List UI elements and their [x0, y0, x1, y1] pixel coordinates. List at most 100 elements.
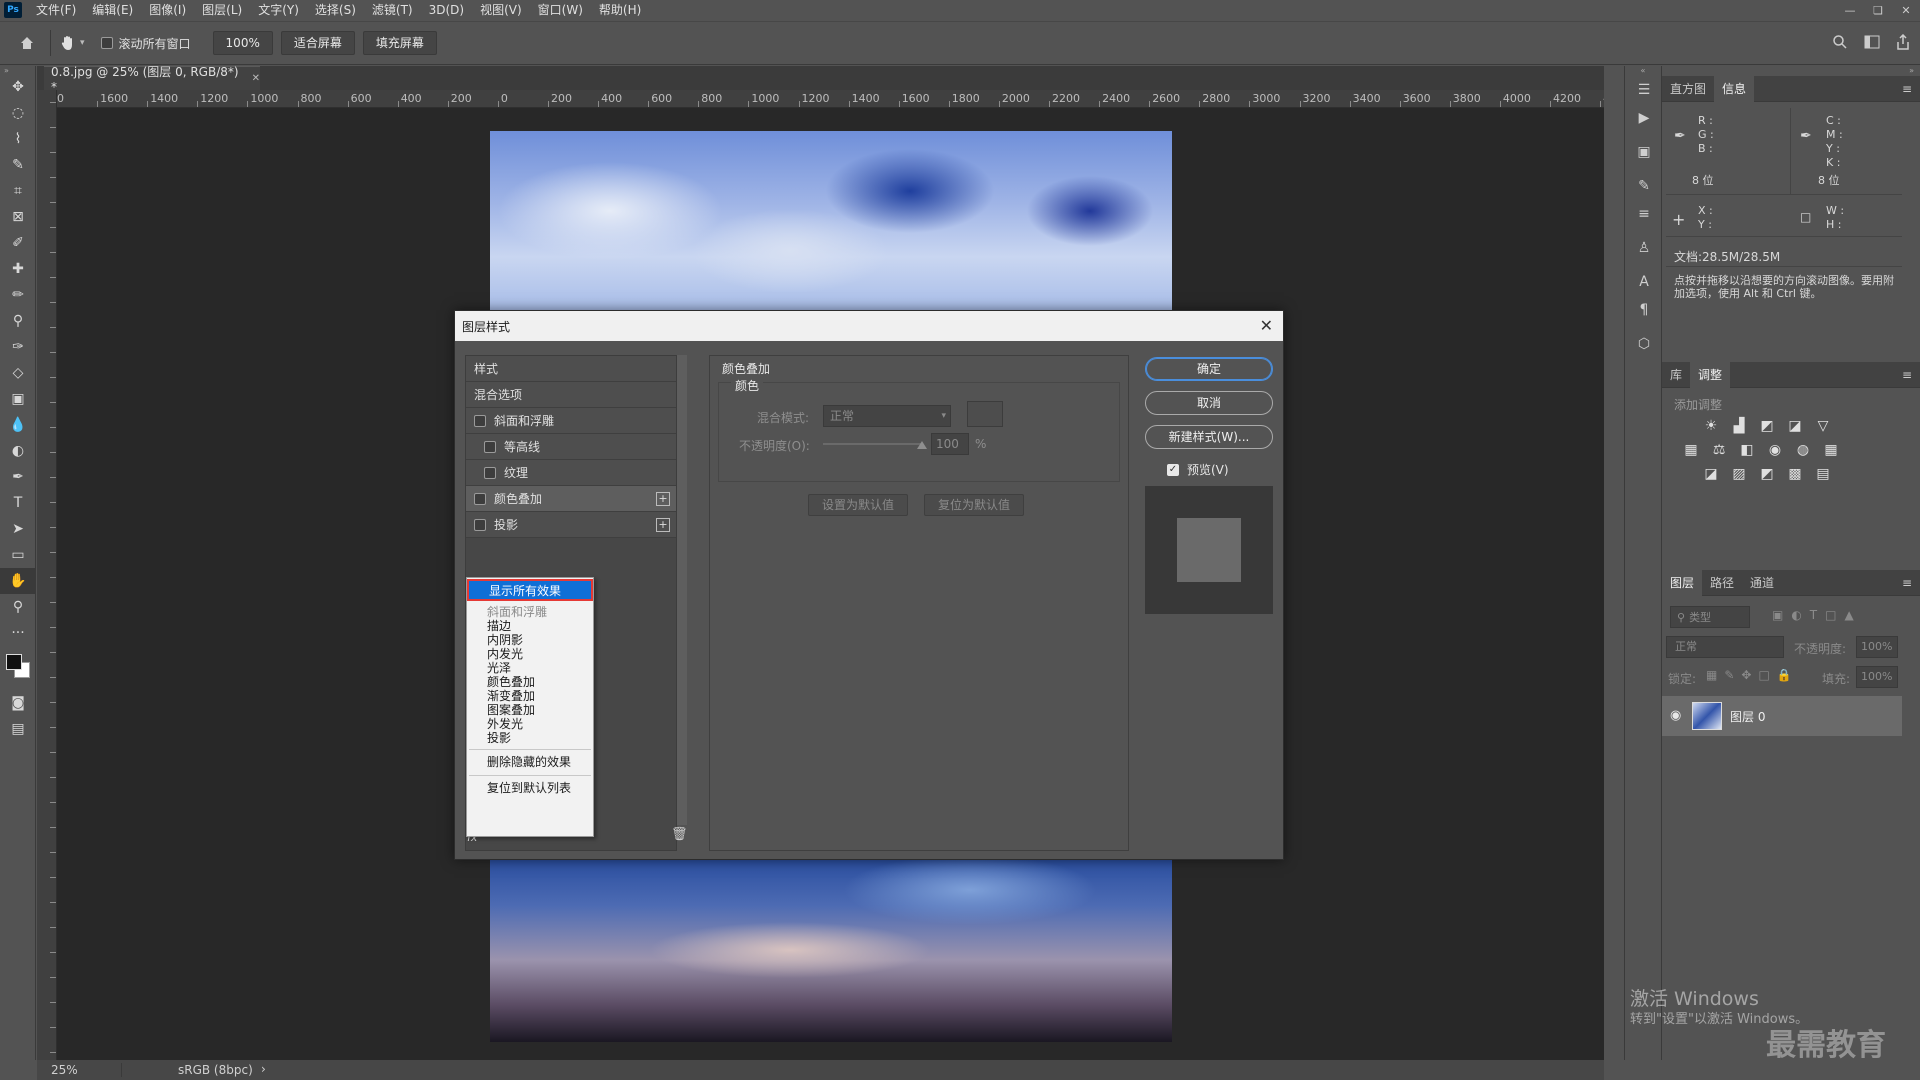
- add-effect-icon[interactable]: +: [656, 518, 670, 532]
- path-select-icon[interactable]: ➤: [0, 516, 36, 542]
- minimize-icon[interactable]: —: [1836, 0, 1864, 20]
- style-checkbox[interactable]: [474, 492, 486, 505]
- hand-icon[interactable]: ✋: [0, 568, 36, 594]
- rectangle-icon[interactable]: ▭: [0, 542, 36, 568]
- blur-icon[interactable]: 💧: [0, 412, 36, 438]
- menu-item[interactable]: 文件(F): [28, 0, 84, 20]
- channel-mixer-icon[interactable]: ◍: [1794, 442, 1812, 458]
- black-white-icon[interactable]: ◧: [1738, 442, 1756, 458]
- photoshop-logo-icon[interactable]: Ps: [4, 2, 22, 18]
- search-icon[interactable]: [1832, 34, 1848, 53]
- gradient-map-icon[interactable]: ▤: [1814, 466, 1832, 482]
- layer-blend-select[interactable]: 正常: [1666, 636, 1784, 658]
- brushes-icon[interactable]: ≡: [1625, 200, 1663, 228]
- brush-icon[interactable]: ✏: [0, 282, 36, 308]
- crop-icon[interactable]: ⌗: [0, 178, 36, 204]
- menu-item[interactable]: 图层(L): [194, 0, 250, 20]
- collapse-panels-icon[interactable]: »: [1662, 66, 1920, 76]
- levels-icon[interactable]: ▟: [1730, 418, 1748, 434]
- style-checkbox[interactable]: [474, 414, 486, 427]
- style-checkbox[interactable]: [484, 440, 496, 453]
- reset-default-list-item[interactable]: 复位到默认列表: [467, 780, 593, 797]
- dodge-icon[interactable]: ◐: [0, 438, 36, 464]
- fit-screen-button[interactable]: 适合屏幕: [280, 31, 355, 55]
- menu-item[interactable]: 选择(S): [307, 0, 364, 20]
- frame-icon[interactable]: ⊠: [0, 204, 36, 230]
- opacity-input[interactable]: 100: [931, 433, 969, 455]
- layer-opacity-input[interactable]: 100%: [1856, 636, 1898, 658]
- close-window-icon[interactable]: ✕: [1892, 0, 1920, 20]
- close-icon[interactable]: ✕: [1260, 316, 1273, 335]
- style-list-item[interactable]: 混合选项: [466, 382, 676, 408]
- set-default-button[interactable]: 设置为默认值: [808, 494, 908, 516]
- style-checkbox[interactable]: [484, 466, 496, 479]
- ok-button[interactable]: 确定: [1145, 357, 1273, 381]
- layer-name[interactable]: 图层 0: [1730, 708, 1765, 725]
- new-style-button[interactable]: 新建样式(W)...: [1145, 425, 1273, 449]
- panel-menu-icon[interactable]: ≡: [1902, 576, 1912, 590]
- layer-row[interactable]: ◉ 图层 0: [1662, 696, 1902, 736]
- layer-filter-select[interactable]: ⚲ 类型: [1670, 606, 1750, 628]
- effect-menu-item[interactable]: 图案叠加: [467, 703, 593, 717]
- style-checkbox[interactable]: [474, 518, 486, 531]
- healing-brush-icon[interactable]: ✚: [0, 256, 36, 282]
- lasso-icon[interactable]: ⌇: [0, 126, 36, 152]
- blend-mode-select[interactable]: 正常 ▾: [823, 405, 951, 427]
- selective-color-icon[interactable]: ▩: [1786, 466, 1804, 482]
- zoom-icon[interactable]: ⚲: [0, 594, 36, 620]
- style-list-item[interactable]: 斜面和浮雕: [466, 408, 676, 434]
- status-zoom[interactable]: 25%: [51, 1063, 78, 1077]
- tab-layers[interactable]: 图层: [1662, 569, 1703, 596]
- restore-icon[interactable]: ❏: [1864, 0, 1892, 20]
- actions-play-icon[interactable]: ▶: [1625, 104, 1663, 132]
- collapse-icon[interactable]: «: [1625, 66, 1661, 76]
- menu-item[interactable]: 窗口(W): [530, 0, 591, 20]
- zoom-100-button[interactable]: 100%: [212, 31, 273, 55]
- effect-menu-item[interactable]: 颜色叠加: [467, 675, 593, 689]
- invert-icon[interactable]: ◪: [1702, 466, 1720, 482]
- menu-item[interactable]: 视图(V): [472, 0, 530, 20]
- show-all-effects-item[interactable]: 显示所有效果: [467, 579, 593, 601]
- type-icon[interactable]: T: [0, 490, 36, 516]
- tab-histogram[interactable]: 直方图: [1662, 76, 1714, 102]
- preview-toggle[interactable]: ✓ 预览(V): [1167, 461, 1229, 478]
- effect-menu-item[interactable]: 斜面和浮雕: [467, 605, 593, 619]
- effect-menu-item[interactable]: 光泽: [467, 661, 593, 675]
- status-chevron-icon[interactable]: ›: [261, 1062, 266, 1076]
- workspace-icon[interactable]: [1864, 35, 1880, 52]
- pen-icon[interactable]: ✒: [0, 464, 36, 490]
- quick-select-icon[interactable]: ✎: [0, 152, 36, 178]
- menu-item[interactable]: 3D(D): [421, 0, 472, 20]
- scroll-all-checkbox[interactable]: [100, 37, 113, 49]
- eyedropper-icon[interactable]: ✐: [0, 230, 36, 256]
- panel-menu-icon[interactable]: ≡: [1902, 82, 1912, 96]
- effect-menu-item[interactable]: 投影: [467, 731, 593, 745]
- close-tab-icon[interactable]: ✕: [252, 73, 260, 84]
- threshold-icon[interactable]: ◩: [1758, 466, 1776, 482]
- style-list-item[interactable]: 投影 +: [466, 512, 676, 538]
- menu-item[interactable]: 编辑(E): [84, 0, 141, 20]
- effect-menu-item[interactable]: 渐变叠加: [467, 689, 593, 703]
- effect-menu-item[interactable]: 外发光: [467, 717, 593, 731]
- delete-hidden-effects-item[interactable]: 删除隐藏的效果: [467, 754, 593, 771]
- collapse-icon[interactable]: »: [0, 66, 35, 75]
- properties-icon[interactable]: ▣: [1625, 138, 1663, 166]
- paragraph-icon[interactable]: ¶: [1625, 296, 1663, 324]
- quick-mask-icon[interactable]: ◙: [0, 690, 36, 716]
- color-lookup-icon[interactable]: ▦: [1822, 442, 1840, 458]
- posterize-icon[interactable]: ▨: [1730, 466, 1748, 482]
- tab-channels[interactable]: 通道: [1742, 570, 1782, 596]
- style-list-item[interactable]: 等高线: [466, 434, 676, 460]
- history-brush-icon[interactable]: ✑: [0, 334, 36, 360]
- document-tab[interactable]: 0.8.jpg @ 25% (图层 0, RGB/8*) * ✕: [44, 65, 260, 94]
- tab-libraries[interactable]: 库: [1662, 362, 1690, 388]
- effect-menu-item[interactable]: 描边: [467, 619, 593, 633]
- brightness-contrast-icon[interactable]: ☀: [1702, 418, 1720, 434]
- menu-item[interactable]: 文字(Y): [250, 0, 307, 20]
- reset-default-button[interactable]: 复位为默认值: [924, 494, 1024, 516]
- more-tools-icon[interactable]: ···: [0, 620, 36, 646]
- tab-paths[interactable]: 路径: [1702, 570, 1742, 596]
- color-balance-icon[interactable]: ⚖: [1710, 442, 1728, 458]
- style-list-scrollbar[interactable]: [677, 355, 687, 825]
- color-swatch[interactable]: [967, 401, 1003, 427]
